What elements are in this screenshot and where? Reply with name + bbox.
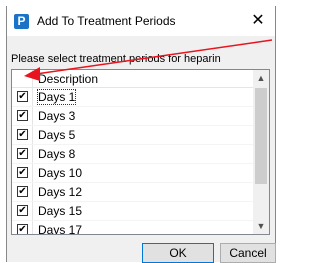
row-checkbox[interactable]: ✔ bbox=[17, 186, 28, 197]
list-item[interactable]: ✔ Days 8 bbox=[12, 145, 254, 164]
list-item[interactable]: ✔ Days 1 bbox=[12, 88, 254, 107]
list-item[interactable]: ✔ Days 10 bbox=[12, 164, 254, 183]
scroll-up-icon[interactable]: ▲ bbox=[253, 70, 269, 86]
title-bar: P Add To Treatment Periods ✕ bbox=[7, 6, 275, 36]
column-divider bbox=[32, 88, 33, 106]
row-label: Days 3 bbox=[38, 109, 76, 123]
list-rows: ✔ Days 1 ✔ Days 3 ✔ Days 5 ✔ Days 8 ✔ Da… bbox=[12, 88, 254, 235]
list-item[interactable]: ✔ Days 15 bbox=[12, 202, 254, 221]
column-divider bbox=[32, 126, 33, 144]
cancel-button[interactable]: Cancel bbox=[220, 243, 276, 263]
close-icon[interactable]: ✕ bbox=[247, 10, 269, 32]
scroll-down-icon[interactable]: ▼ bbox=[253, 218, 269, 234]
instruction-text: Please select treatment periods for hepa… bbox=[11, 53, 221, 65]
list-header: Description bbox=[12, 70, 254, 88]
row-label: Days 17 bbox=[38, 223, 83, 235]
treatment-periods-list[interactable]: Description ✔ Days 1 ✔ Days 3 ✔ Days 5 ✔ bbox=[11, 69, 270, 235]
row-label: Days 10 bbox=[38, 166, 83, 180]
vertical-scrollbar[interactable]: ▲ ▼ bbox=[253, 70, 269, 234]
scrollbar-thumb[interactable] bbox=[255, 88, 267, 184]
row-checkbox[interactable]: ✔ bbox=[17, 110, 28, 121]
row-checkbox[interactable]: ✔ bbox=[17, 129, 28, 140]
add-to-treatment-periods-dialog: P Add To Treatment Periods ✕ Please sele… bbox=[6, 6, 276, 263]
dialog-title: Add To Treatment Periods bbox=[37, 14, 176, 28]
column-divider bbox=[32, 107, 33, 125]
list-item[interactable]: ✔ Days 5 bbox=[12, 126, 254, 145]
column-divider bbox=[32, 202, 33, 220]
row-label: Days 15 bbox=[38, 204, 83, 218]
row-checkbox[interactable]: ✔ bbox=[17, 148, 28, 159]
column-header-description[interactable]: Description bbox=[38, 72, 98, 86]
column-divider bbox=[32, 183, 33, 201]
row-checkbox[interactable]: ✔ bbox=[17, 224, 28, 234]
header-checkbox-column[interactable] bbox=[12, 70, 33, 87]
row-checkbox[interactable]: ✔ bbox=[17, 167, 28, 178]
column-divider bbox=[32, 145, 33, 163]
ok-button[interactable]: OK bbox=[142, 243, 214, 263]
row-checkbox[interactable]: ✔ bbox=[17, 91, 28, 102]
app-logo-icon: P bbox=[14, 14, 29, 29]
row-label: Days 5 bbox=[38, 128, 76, 142]
row-label: Days 1 bbox=[36, 89, 77, 105]
row-label: Days 8 bbox=[38, 147, 76, 161]
list-item[interactable]: ✔ Days 3 bbox=[12, 107, 254, 126]
list-item[interactable]: ✔ Days 12 bbox=[12, 183, 254, 202]
row-label: Days 12 bbox=[38, 185, 83, 199]
row-checkbox[interactable]: ✔ bbox=[17, 205, 28, 216]
column-divider bbox=[32, 221, 33, 234]
column-divider bbox=[32, 164, 33, 182]
list-item[interactable]: ✔ Days 17 bbox=[12, 221, 254, 235]
